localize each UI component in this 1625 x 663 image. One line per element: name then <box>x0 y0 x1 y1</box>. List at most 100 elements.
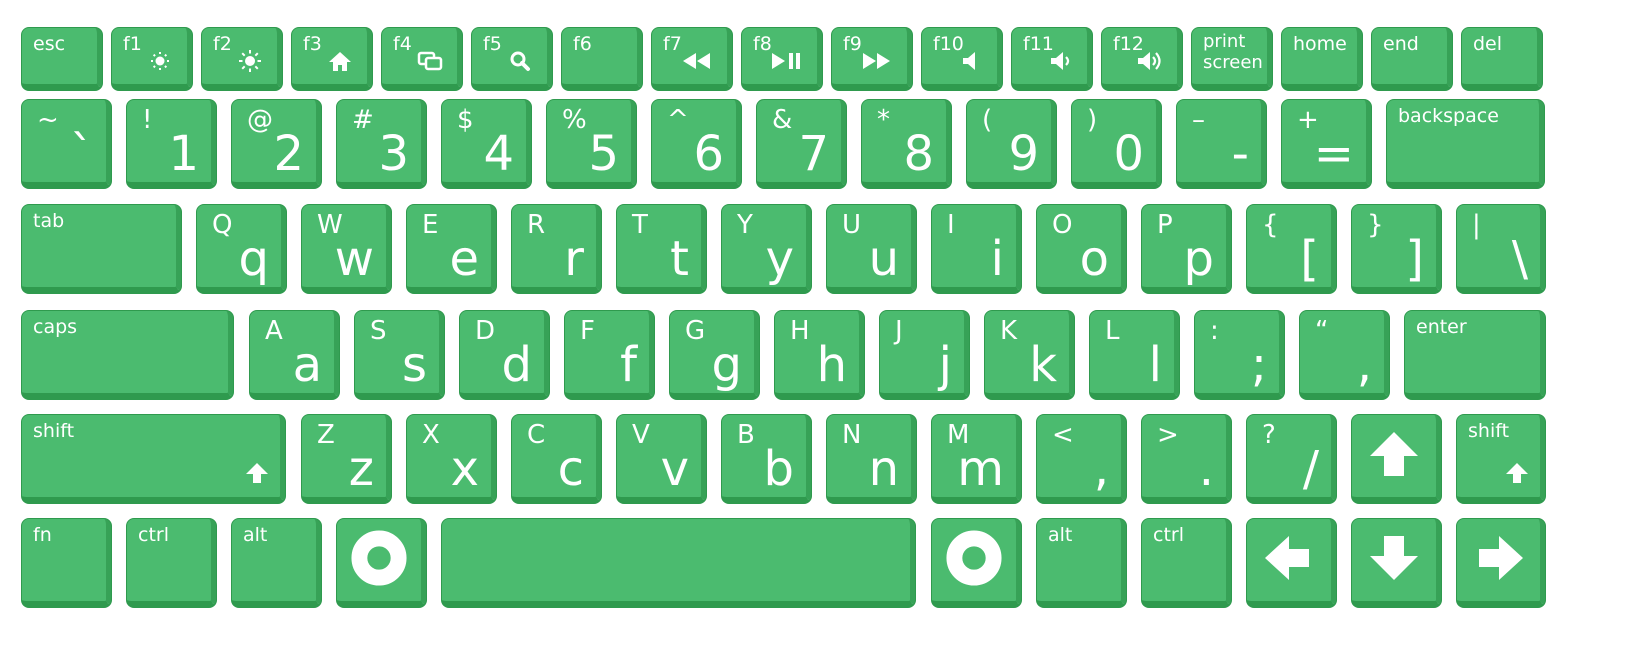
key-backspace[interactable]: backspace <box>1387 100 1544 188</box>
key-meta-left[interactable] <box>337 519 426 607</box>
key-main-legend: z <box>348 441 374 497</box>
key-1[interactable]: ! 1 <box>127 100 216 188</box>
key-k[interactable]: Kk <box>985 311 1074 399</box>
key-main-legend: . <box>1198 441 1214 497</box>
key-z[interactable]: Zz <box>302 415 391 503</box>
key-q[interactable]: Qq <box>197 205 286 293</box>
key-main-legend: y <box>765 231 794 287</box>
key-m[interactable]: Mm <box>932 415 1021 503</box>
key-tab[interactable]: tab <box>22 205 181 293</box>
key-main-legend: w <box>334 231 374 287</box>
key-main-legend: m <box>957 441 1004 497</box>
key-a[interactable]: Aa <box>250 311 339 399</box>
key-esc[interactable]: esc <box>22 28 102 90</box>
key-arrow-right[interactable] <box>1457 519 1545 607</box>
key-r[interactable]: Rr <box>512 205 601 293</box>
key-label: caps <box>33 316 78 338</box>
key-arrow-up[interactable] <box>1352 415 1441 503</box>
key-f9[interactable]: f9 <box>832 28 912 90</box>
key-shift-legend: < <box>1052 420 1074 450</box>
key-g[interactable]: Gg <box>670 311 759 399</box>
key-main-legend: j <box>938 337 952 393</box>
key-f5[interactable]: f5 <box>472 28 552 90</box>
key-f[interactable]: Ff <box>565 311 654 399</box>
key-b[interactable]: Bb <box>722 415 811 503</box>
key-0[interactable]: ) 0 <box>1072 100 1161 188</box>
key-equals[interactable]: + = <box>1282 100 1371 188</box>
key-ctrl-right[interactable]: ctrl <box>1142 519 1231 607</box>
key-f8[interactable]: f8 <box>742 28 822 90</box>
key-shift-left[interactable]: shift <box>22 415 285 503</box>
key-slash[interactable]: ? / <box>1247 415 1336 503</box>
key-minus[interactable]: – - <box>1177 100 1266 188</box>
key-f6[interactable]: f6 <box>562 28 642 90</box>
key-i[interactable]: Ii <box>932 205 1021 293</box>
key-f3[interactable]: f3 <box>292 28 372 90</box>
key-main-legend: \ <box>1511 231 1528 287</box>
key-n[interactable]: Nn <box>827 415 916 503</box>
volume-up-icon <box>1135 48 1165 78</box>
key-8[interactable]: * 8 <box>862 100 951 188</box>
key-4[interactable]: $4 <box>442 100 531 188</box>
key-f4[interactable]: f4 <box>382 28 462 90</box>
key-shift-right[interactable]: shift <box>1457 415 1545 503</box>
key-main-legend: u <box>868 231 899 287</box>
key-v[interactable]: Vv <box>617 415 706 503</box>
key-label: f5 <box>483 33 502 55</box>
key-e[interactable]: Ee <box>407 205 496 293</box>
key-p[interactable]: Pp <box>1142 205 1231 293</box>
key-caps[interactable]: caps <box>22 311 233 399</box>
key-semicolon[interactable]: :; <box>1195 311 1284 399</box>
key-s[interactable]: Ss <box>355 311 444 399</box>
key-fn[interactable]: fn <box>22 519 111 607</box>
key-c[interactable]: Cc <box>512 415 601 503</box>
key-enter[interactable]: enter <box>1405 311 1545 399</box>
key-end[interactable]: end <box>1372 28 1452 90</box>
key-alt-left[interactable]: alt <box>232 519 321 607</box>
key-ctrl-left[interactable]: ctrl <box>127 519 216 607</box>
key-arrow-left[interactable] <box>1247 519 1336 607</box>
key-rbracket[interactable]: }] <box>1352 205 1441 293</box>
key-del[interactable]: del <box>1462 28 1542 90</box>
key-f1[interactable]: f1 <box>112 28 192 90</box>
key-alt-right[interactable]: alt <box>1037 519 1126 607</box>
key-2[interactable]: @2 <box>232 100 321 188</box>
key-space[interactable] <box>442 519 915 607</box>
key-print-screen[interactable]: print screen <box>1192 28 1272 90</box>
key-comma[interactable]: <, <box>1037 415 1126 503</box>
key-f11[interactable]: f11 <box>1012 28 1092 90</box>
key-period[interactable]: >. <box>1142 415 1231 503</box>
key-5[interactable]: % 5 <box>547 100 636 188</box>
key-f10[interactable]: f10 <box>922 28 1002 90</box>
key-j[interactable]: Jj <box>880 311 969 399</box>
key-f12[interactable]: f12 <box>1102 28 1182 90</box>
key-x[interactable]: Xx <box>407 415 496 503</box>
key-o[interactable]: Oo <box>1037 205 1126 293</box>
key-t[interactable]: Tt <box>617 205 706 293</box>
key-backtick[interactable]: ~ ` <box>22 100 111 188</box>
key-h[interactable]: Hh <box>775 311 864 399</box>
key-3[interactable]: #3 <box>337 100 426 188</box>
key-meta-right[interactable] <box>932 519 1021 607</box>
key-6[interactable]: ^ 6 <box>652 100 741 188</box>
key-arrow-down[interactable] <box>1352 519 1441 607</box>
key-main-legend: n <box>868 441 899 497</box>
key-shift-legend: L <box>1105 316 1120 346</box>
key-lbracket[interactable]: {[ <box>1247 205 1336 293</box>
key-d[interactable]: Dd <box>460 311 549 399</box>
key-shift-legend: V <box>632 420 650 450</box>
key-w[interactable]: Ww <box>302 205 391 293</box>
key-f2[interactable]: f2 <box>202 28 282 90</box>
key-quote[interactable]: “, <box>1300 311 1389 399</box>
key-9[interactable]: (9 <box>967 100 1056 188</box>
key-shift-legend: R <box>527 210 546 240</box>
key-backslash[interactable]: | \ <box>1457 205 1545 293</box>
key-home[interactable]: home <box>1282 28 1362 90</box>
key-label: enter <box>1416 316 1467 338</box>
key-f7[interactable]: f7 <box>652 28 732 90</box>
volume-down-icon <box>1045 48 1075 78</box>
key-7[interactable]: & 7 <box>757 100 846 188</box>
key-u[interactable]: Uu <box>827 205 916 293</box>
key-y[interactable]: Yy <box>722 205 811 293</box>
key-l[interactable]: Ll <box>1090 311 1179 399</box>
